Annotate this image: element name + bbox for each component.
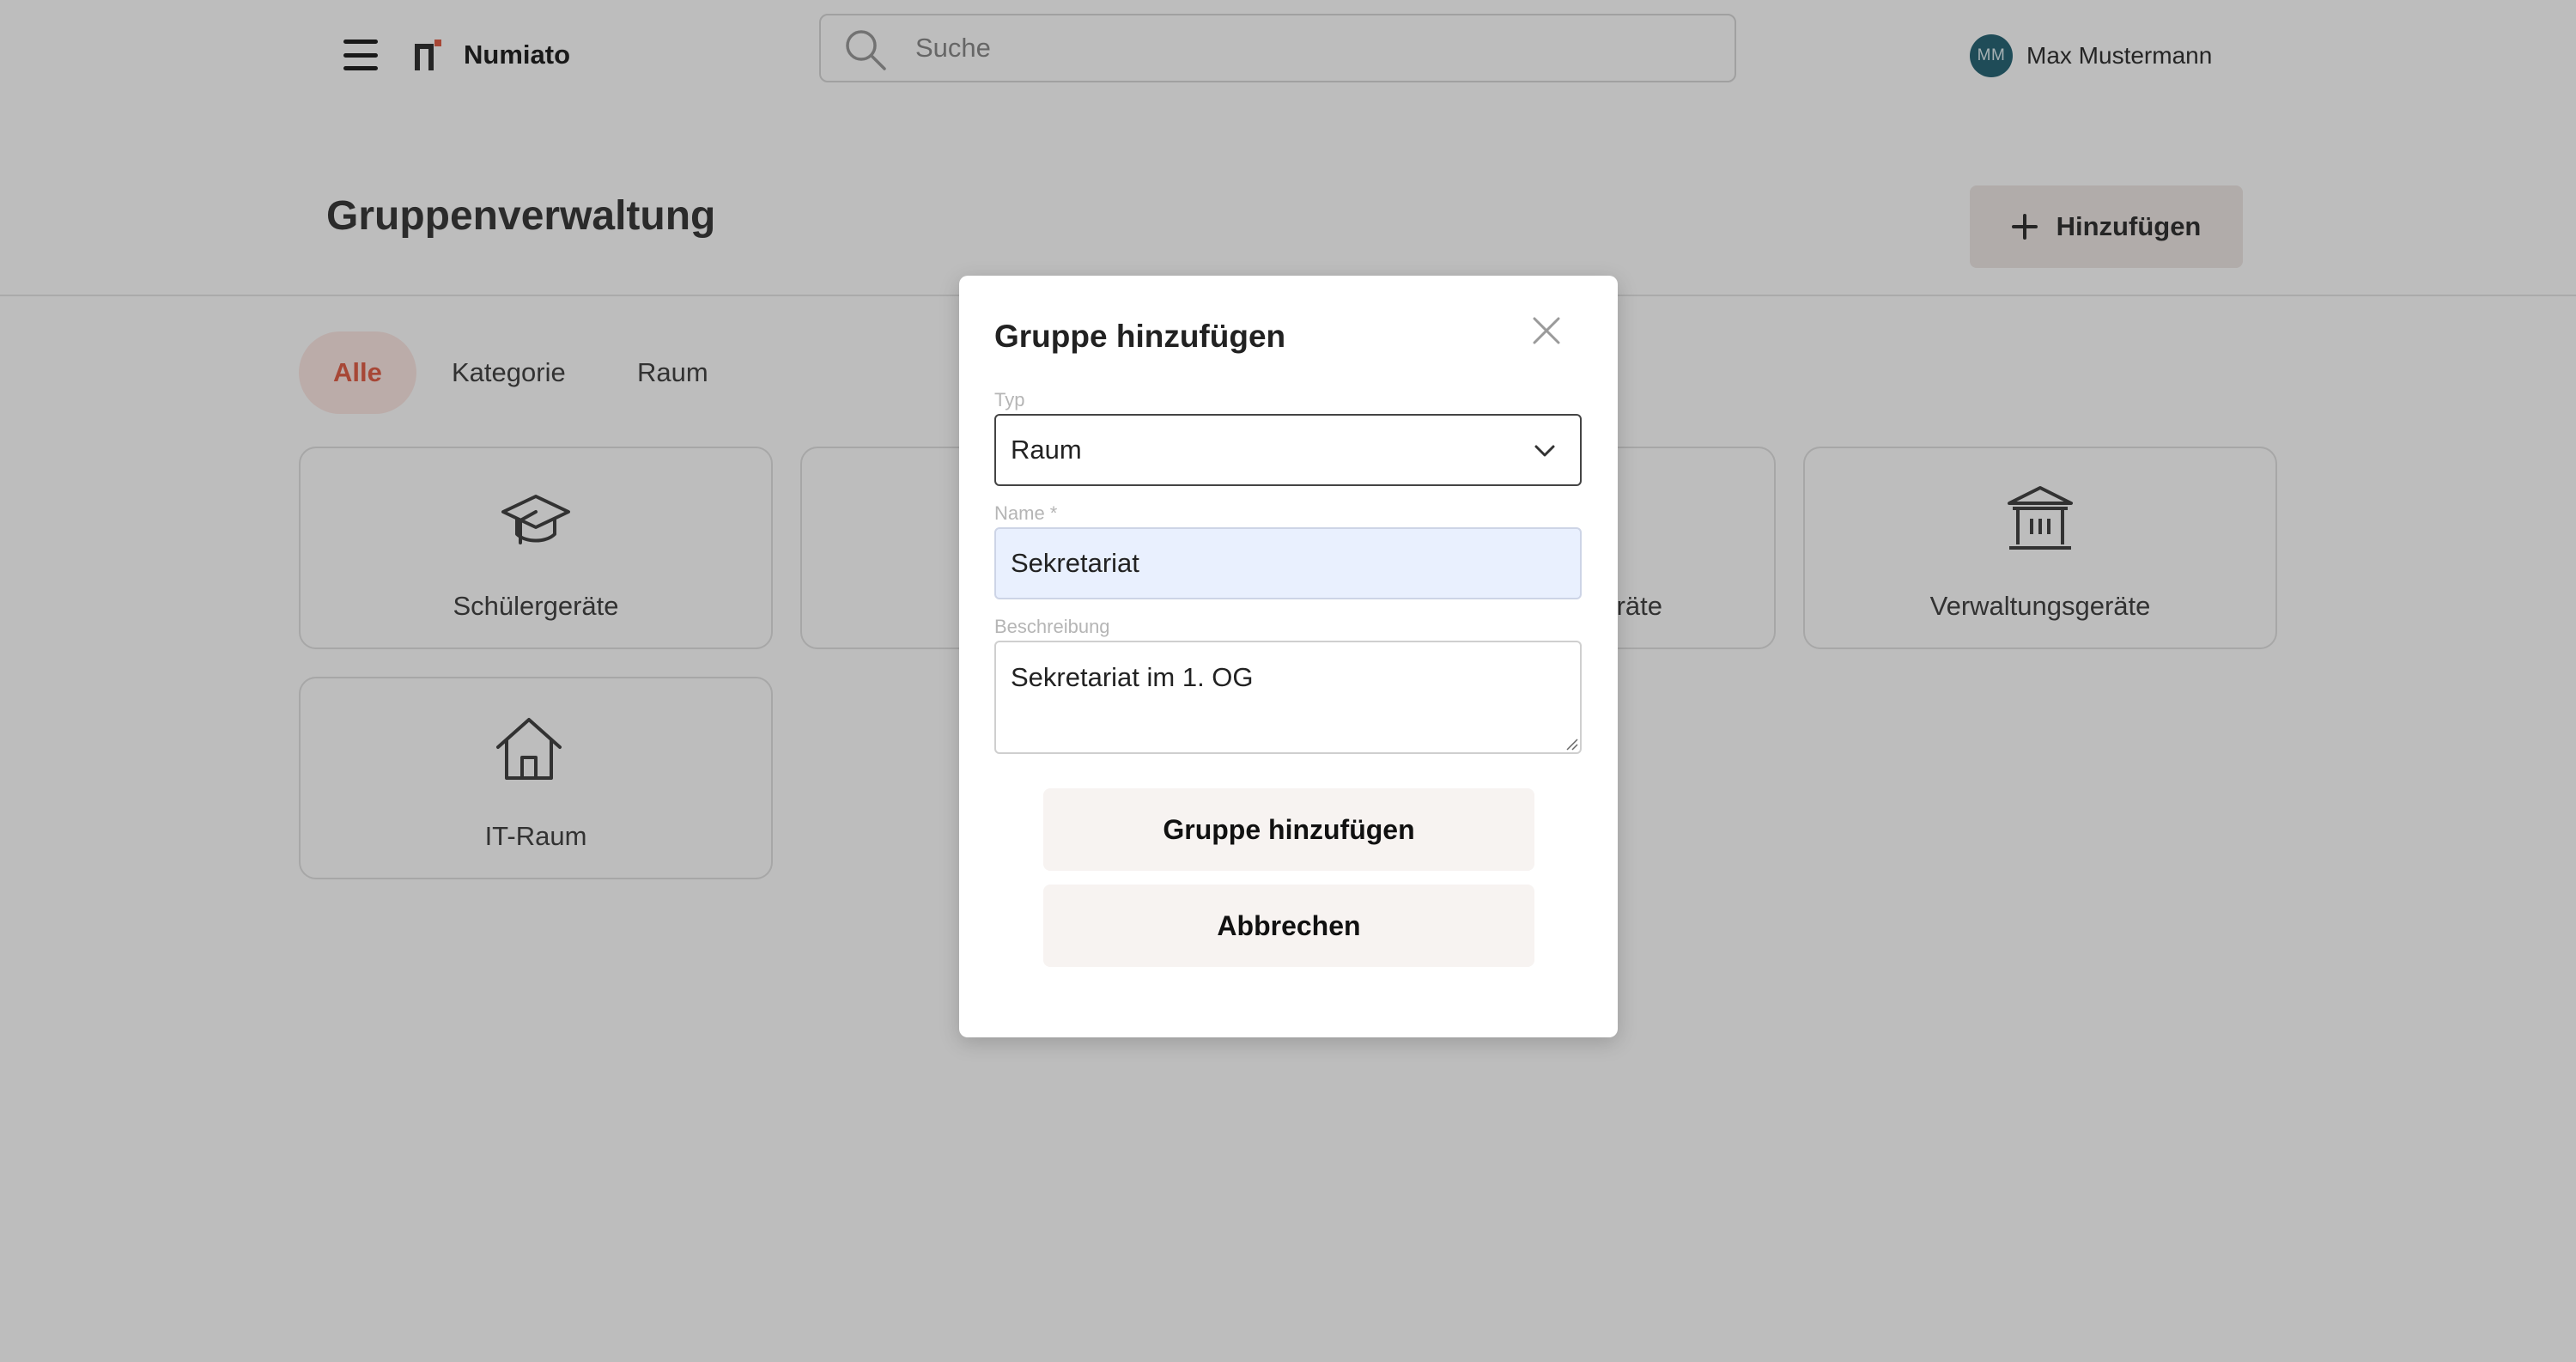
- type-label: Typ: [994, 389, 1025, 410]
- dialog-title: Gruppe hinzufügen: [994, 319, 1286, 354]
- close-icon[interactable]: [1529, 313, 1564, 348]
- submit-button[interactable]: Gruppe hinzufügen: [1043, 788, 1534, 871]
- description-input[interactable]: Sekretariat im 1. OG: [994, 641, 1582, 754]
- type-select[interactable]: Raum: [994, 414, 1582, 486]
- app-root: Numiato MM Max Mustermann Gruppenverwalt…: [0, 0, 2576, 1362]
- add-group-dialog: Gruppe hinzufügen Typ Raum Name * Beschr…: [959, 276, 1618, 1037]
- resize-grip-icon[interactable]: [1565, 738, 1579, 751]
- cancel-button[interactable]: Abbrechen: [1043, 885, 1534, 967]
- chevron-down-icon: [1534, 445, 1555, 457]
- name-label: Name *: [994, 502, 1058, 524]
- type-select-value: Raum: [1011, 435, 1082, 465]
- description-label: Beschreibung: [994, 616, 1110, 637]
- name-input[interactable]: [994, 527, 1582, 599]
